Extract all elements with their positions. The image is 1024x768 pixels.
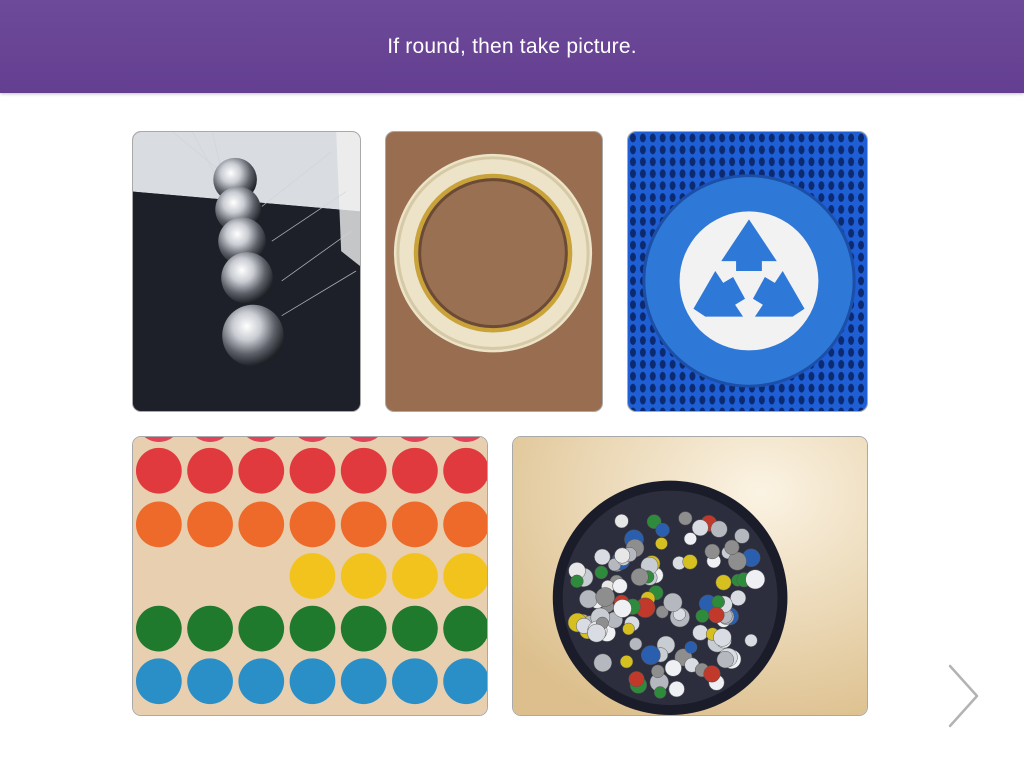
sticker-dot bbox=[443, 447, 487, 494]
sticker-dot bbox=[135, 658, 182, 705]
thumbtack bbox=[668, 680, 685, 698]
thumbtack bbox=[734, 528, 750, 544]
thumbtack bbox=[619, 655, 634, 669]
sticker-dot bbox=[135, 605, 182, 652]
thumbtack bbox=[703, 665, 721, 683]
thumbtack bbox=[724, 539, 740, 555]
sticker-dot bbox=[187, 447, 233, 494]
thumbtack bbox=[614, 547, 631, 564]
thumbtack bbox=[710, 520, 728, 538]
thumbtacks-image bbox=[513, 437, 867, 715]
sticker-dot bbox=[289, 553, 336, 599]
sticker-dot bbox=[289, 447, 336, 494]
next-button[interactable] bbox=[940, 658, 988, 734]
photo-thumbtacks-bowl[interactable] bbox=[512, 436, 868, 716]
sticker-dot bbox=[392, 447, 438, 494]
thumbtack bbox=[730, 589, 747, 606]
thumbtack bbox=[579, 589, 598, 609]
sticker-dot bbox=[443, 501, 487, 548]
thumbtack bbox=[595, 587, 615, 607]
thumbtack bbox=[695, 609, 710, 623]
colored-dots-image bbox=[133, 437, 487, 715]
thumbtack bbox=[594, 548, 611, 566]
thumbtack bbox=[683, 532, 697, 546]
thumbtack bbox=[651, 664, 665, 679]
sticker-dot bbox=[392, 605, 438, 652]
sticker-dot bbox=[238, 605, 285, 652]
sticker-dot bbox=[289, 658, 336, 705]
title-bar: If round, then take picture. bbox=[0, 0, 1024, 93]
thumbtack bbox=[704, 543, 720, 560]
sticker-dot bbox=[392, 658, 438, 705]
chevron-right-icon bbox=[948, 664, 979, 728]
thumbtack bbox=[655, 537, 668, 550]
page-title: If round, then take picture. bbox=[387, 34, 637, 58]
thumbtack bbox=[684, 640, 698, 654]
photo-roll-of-tape[interactable] bbox=[385, 131, 603, 412]
sticker-dot bbox=[187, 501, 233, 548]
thumbtack bbox=[716, 651, 734, 669]
sticker-dot bbox=[187, 658, 233, 705]
thumbtack bbox=[613, 599, 632, 618]
thumbtack bbox=[630, 568, 649, 586]
photo-newtons-cradle[interactable] bbox=[132, 131, 361, 412]
thumbtack bbox=[653, 686, 667, 699]
thumbtack bbox=[682, 554, 698, 570]
thumbtack bbox=[692, 624, 709, 641]
sticker-dot bbox=[289, 605, 336, 652]
recycle-symbol-image bbox=[628, 132, 867, 411]
sticker-dot bbox=[238, 447, 285, 494]
photo-colored-dots[interactable] bbox=[132, 436, 488, 716]
sticker-dot bbox=[340, 553, 387, 599]
thumbtack bbox=[655, 522, 670, 538]
sticker-dot bbox=[392, 501, 438, 548]
thumbtack bbox=[664, 659, 682, 677]
sticker-dot bbox=[443, 553, 487, 599]
thumbtack bbox=[628, 671, 645, 688]
sticker-dot bbox=[340, 447, 387, 494]
sticker-dot bbox=[187, 605, 233, 652]
thumbtack bbox=[587, 623, 606, 643]
thumbtack bbox=[622, 622, 635, 636]
thumbtack bbox=[594, 565, 609, 580]
thumbtack bbox=[708, 606, 725, 624]
photo-recycle-bin[interactable] bbox=[627, 131, 868, 412]
thumbtack bbox=[612, 578, 628, 594]
thumbtack bbox=[711, 595, 725, 609]
thumbtack bbox=[629, 637, 643, 651]
sticker-dot bbox=[340, 658, 387, 705]
sticker-dot bbox=[392, 553, 438, 599]
tape-roll-image bbox=[386, 132, 602, 411]
newtons-cradle-image bbox=[133, 132, 360, 411]
sticker-dot bbox=[443, 605, 487, 652]
thumbtack bbox=[678, 511, 693, 526]
sticker-dot bbox=[443, 658, 487, 705]
thumbtack bbox=[745, 569, 766, 590]
thumbtack bbox=[715, 574, 732, 591]
thumbtack bbox=[570, 574, 584, 588]
thumbtack bbox=[691, 519, 709, 537]
thumbtack bbox=[593, 653, 612, 672]
sticker-dot bbox=[135, 501, 182, 548]
sticker-dot bbox=[289, 501, 336, 548]
thumbtack bbox=[713, 628, 732, 647]
thumbtack bbox=[663, 592, 683, 612]
sticker-dot bbox=[238, 658, 285, 705]
sticker-dot bbox=[340, 605, 387, 652]
sticker-dot bbox=[135, 447, 182, 494]
sticker-dot bbox=[340, 501, 387, 548]
sticker-dot bbox=[238, 501, 285, 548]
thumbtack bbox=[614, 513, 629, 529]
thumbtack bbox=[641, 645, 661, 665]
thumbtack bbox=[744, 633, 758, 647]
